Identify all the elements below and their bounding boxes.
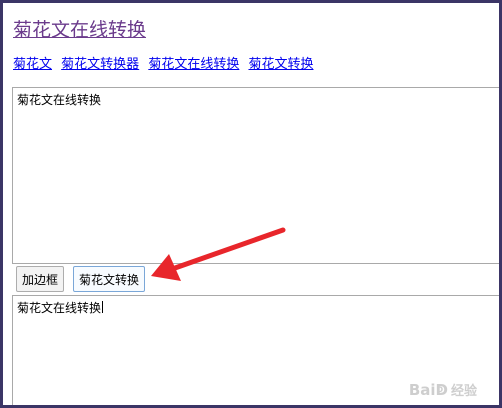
watermark-brand: Bai — [408, 381, 436, 399]
baidu-jingyan-watermark: Baiↁ 经验 — [409, 380, 477, 399]
input-text: 菊花文在线转换 — [17, 93, 102, 107]
text-caret — [102, 301, 104, 313]
page-frame: 菊花文在线转换 菊花文 菊花文转换器 菊花文在线转换 菊花文转换 菊花文在线转换… — [0, 0, 502, 408]
nav-link-converter[interactable]: 菊花文转换器 — [61, 57, 139, 72]
paw-icon: ↁ — [435, 381, 448, 399]
nav-links: 菊花文 菊花文转换器 菊花文在线转换 菊花文转换 — [13, 53, 318, 72]
input-textarea[interactable]: 菊花文在线转换 — [12, 87, 499, 264]
output-text: 菊花文在线转换 — [17, 301, 102, 315]
watermark-suffix: 经验 — [450, 384, 477, 399]
nav-link-convert[interactable]: 菊花文转换 — [248, 57, 313, 72]
nav-link-online-convert[interactable]: 菊花文在线转换 — [148, 57, 239, 72]
convert-button[interactable]: 菊花文转换 — [73, 266, 146, 292]
page-title-link[interactable]: 菊花文在线转换 — [13, 15, 146, 42]
nav-link-juhuawen[interactable]: 菊花文 — [13, 57, 52, 72]
add-border-button[interactable]: 加边框 — [16, 266, 65, 292]
